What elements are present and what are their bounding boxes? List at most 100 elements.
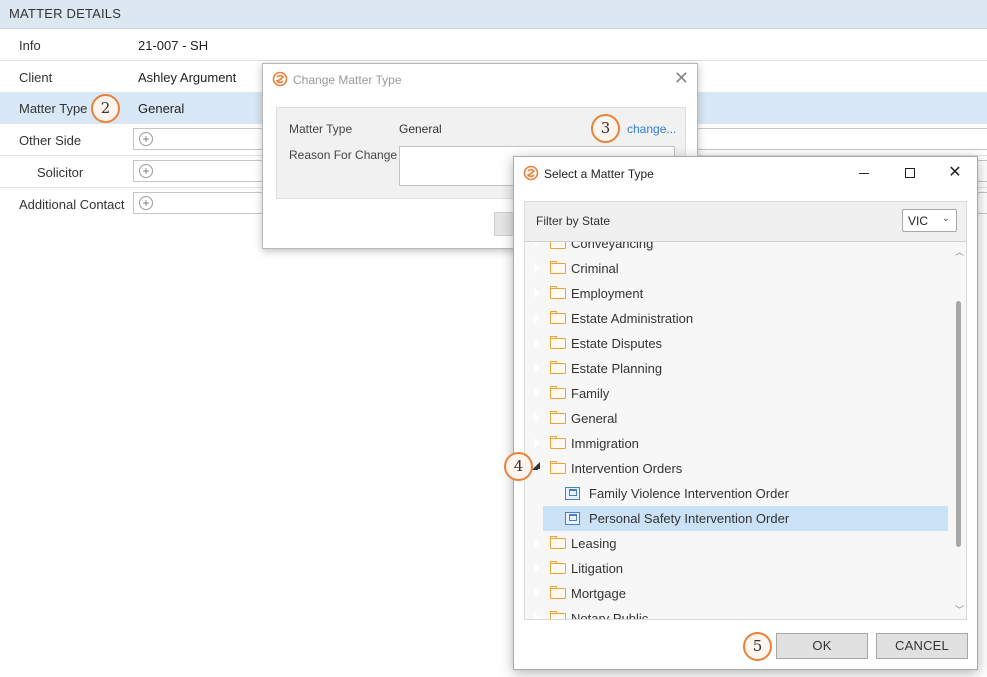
- folder-icon: [550, 242, 566, 249]
- tree-item-mortgage[interactable]: Mortgage: [525, 581, 950, 606]
- tree-item-general[interactable]: General: [525, 406, 950, 431]
- tree-item-personal-safety-intervention-order[interactable]: Personal Safety Intervention Order: [543, 506, 948, 531]
- select-dialog-title: Select a Matter Type: [544, 167, 654, 181]
- add-additional-contact-icon[interactable]: +: [139, 196, 153, 210]
- tree-item-estate-disputes[interactable]: Estate Disputes: [525, 331, 950, 356]
- solicitor-label: Solicitor: [37, 165, 84, 180]
- info-value: 21-007 - SH: [138, 38, 209, 53]
- chevron-down-icon: ⌄: [941, 213, 950, 224]
- matter-type-tree[interactable]: Conveyancing Criminal Employment Estate …: [524, 242, 967, 620]
- tree-item-label: Leasing: [571, 536, 617, 551]
- folder-icon: [550, 261, 566, 274]
- expand-icon[interactable]: [533, 412, 540, 424]
- client-value[interactable]: Ashley Argument: [138, 70, 236, 85]
- maximize-icon[interactable]: [900, 163, 920, 183]
- matter-type-value[interactable]: General: [138, 101, 184, 116]
- tree-item-label: Intervention Orders: [571, 461, 683, 476]
- folder-icon: [550, 536, 566, 549]
- expand-icon[interactable]: [533, 312, 540, 324]
- info-row: Info 21-007 - SH: [0, 29, 987, 61]
- expand-icon[interactable]: [533, 287, 540, 299]
- scroll-down-icon[interactable]: ﹀: [955, 603, 964, 616]
- folder-icon: [550, 386, 566, 399]
- tree-item-estate-planning[interactable]: Estate Planning: [525, 356, 950, 381]
- app-root: MATTER DETAILS Info 21-007 - SH Client A…: [0, 0, 987, 677]
- matter-type-label: Matter Type: [19, 101, 88, 116]
- folder-icon: [550, 561, 566, 574]
- folder-icon: [550, 361, 566, 374]
- client-label: Client: [19, 70, 53, 85]
- scroll-up-icon[interactable]: ︿: [955, 245, 964, 258]
- tree-item-label: Mortgage: [571, 586, 626, 601]
- tree-item-label: Employment: [571, 286, 644, 301]
- app-logo-icon: [523, 165, 539, 181]
- expanded-arrow-icon: [533, 462, 540, 469]
- tree-item-intervention-orders[interactable]: Intervention Orders: [525, 456, 950, 481]
- folder-icon: [550, 411, 566, 424]
- matter-type-icon: [565, 486, 581, 500]
- state-select[interactable]: VIC ⌄: [902, 209, 957, 232]
- tree-scrollbar-thumb[interactable]: [956, 301, 961, 547]
- filter-label: Filter by State: [536, 214, 611, 228]
- tree-item-label: Estate Disputes: [571, 336, 663, 351]
- tree-item-family[interactable]: Family: [525, 381, 950, 406]
- matter-type-icon: [565, 511, 581, 525]
- expand-icon[interactable]: [533, 587, 540, 599]
- tree-item-label: Litigation: [571, 561, 624, 576]
- filter-bar: Filter by State VIC ⌄: [524, 201, 967, 242]
- change-link[interactable]: change...: [627, 122, 676, 136]
- minimize-icon[interactable]: [854, 163, 874, 183]
- expand-icon[interactable]: [533, 562, 540, 574]
- expand-icon[interactable]: [533, 262, 540, 274]
- tree-item-label: Notary Public: [571, 611, 649, 620]
- expand-icon[interactable]: [533, 362, 540, 374]
- expand-icon[interactable]: [533, 537, 540, 549]
- tree-item-label: General: [571, 411, 618, 426]
- expand-icon[interactable]: [533, 242, 540, 249]
- close-icon[interactable]: ✕: [674, 69, 689, 87]
- folder-icon: [550, 461, 566, 474]
- close-icon[interactable]: ✕: [945, 163, 965, 183]
- expand-icon[interactable]: [533, 612, 540, 619]
- tree-item-label: Personal Safety Intervention Order: [589, 511, 790, 526]
- callout-5: 5: [743, 632, 772, 661]
- app-logo-icon: [272, 71, 288, 87]
- tree-item-estate-administration[interactable]: Estate Administration: [525, 306, 950, 331]
- folder-icon: [550, 336, 566, 349]
- folder-icon: [550, 311, 566, 324]
- tree-item-family-violence-intervention-order[interactable]: Family Violence Intervention Order: [543, 481, 948, 506]
- tree-item-label: Estate Administration: [571, 311, 694, 326]
- matter-type-field-label: Matter Type: [289, 122, 353, 136]
- tree-item-label: Immigration: [571, 436, 639, 451]
- add-solicitor-icon[interactable]: +: [139, 164, 153, 178]
- select-matter-type-dialog: Select a Matter Type ✕ Filter by State V…: [513, 156, 978, 670]
- expand-icon[interactable]: [533, 337, 540, 349]
- tree-item-litigation[interactable]: Litigation: [525, 556, 950, 581]
- folder-icon: [550, 286, 566, 299]
- callout-2: 2: [91, 94, 120, 123]
- tree-item-conveyancing[interactable]: Conveyancing: [525, 242, 950, 256]
- matter-type-field-value: General: [399, 122, 442, 136]
- expand-icon[interactable]: [533, 387, 540, 399]
- additional-contact-label: Additional Contact: [19, 197, 125, 212]
- folder-icon: [550, 436, 566, 449]
- tree-item-immigration[interactable]: Immigration: [525, 431, 950, 456]
- ok-button[interactable]: OK: [776, 633, 868, 659]
- add-other-side-icon[interactable]: +: [139, 132, 153, 146]
- folder-icon: [550, 611, 566, 619]
- tree-item-label: Criminal: [571, 261, 619, 276]
- tree-item-employment[interactable]: Employment: [525, 281, 950, 306]
- tree-item-leasing[interactable]: Leasing: [525, 531, 950, 556]
- reason-label: Reason For Change: [289, 148, 398, 162]
- folder-icon: [550, 586, 566, 599]
- cancel-button[interactable]: CANCEL: [876, 633, 968, 659]
- expand-icon[interactable]: [533, 437, 540, 449]
- other-side-label: Other Side: [19, 133, 82, 148]
- matter-details-header: MATTER DETAILS: [0, 0, 987, 29]
- tree-item-notary-public[interactable]: Notary Public: [525, 606, 950, 620]
- tree-item-label: Family Violence Intervention Order: [589, 486, 789, 501]
- change-dialog-title: Change Matter Type: [293, 73, 402, 87]
- tree-item-criminal[interactable]: Criminal: [525, 256, 950, 281]
- state-value: VIC: [908, 214, 929, 228]
- callout-3: 3: [591, 114, 620, 143]
